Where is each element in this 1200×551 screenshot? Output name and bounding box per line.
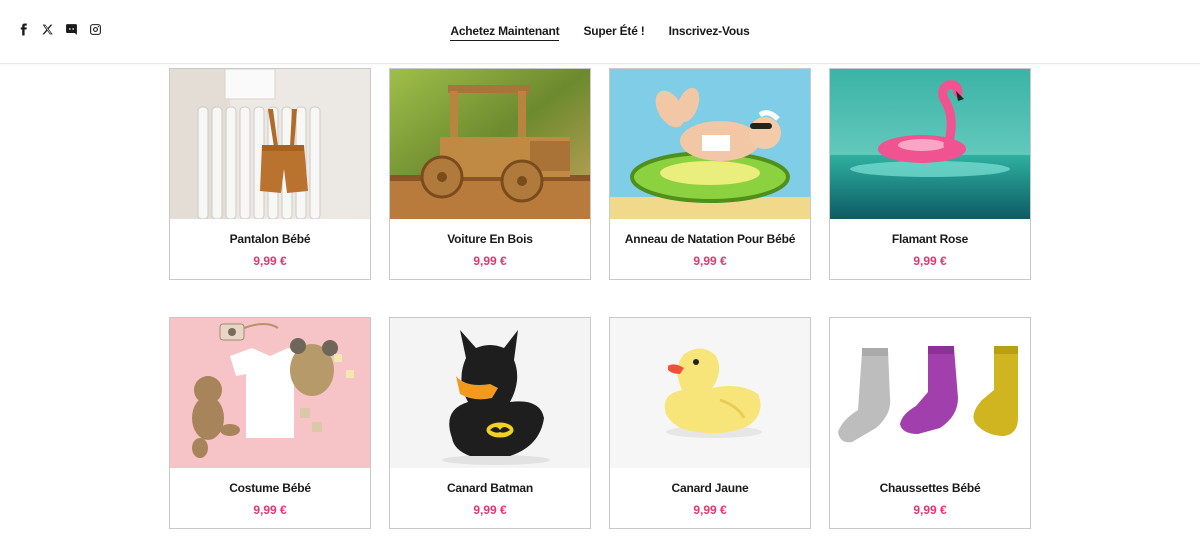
product-card[interactable]: Costume Bébé 9,99 € — [169, 317, 371, 529]
product-card[interactable]: Canard Batman 9,99 € — [389, 317, 591, 529]
product-card[interactable]: Anneau de Natation Pour Bébé 9,99 € — [609, 68, 811, 280]
product-name: Canard Jaune — [671, 481, 749, 495]
product-image — [170, 69, 370, 219]
product-price: 9,99 € — [913, 254, 947, 268]
product-name: Costume Bébé — [229, 481, 311, 495]
product-name: Chaussettes Bébé — [879, 481, 981, 495]
nav-item-achetez-maintenant[interactable]: Achetez Maintenant — [450, 24, 560, 41]
product-price: 9,99 € — [473, 254, 507, 268]
product-card[interactable]: Pantalon Bébé 9,99 € — [169, 68, 371, 280]
product-name: Canard Batman — [446, 481, 534, 495]
product-card[interactable]: Flamant Rose 9,99 € — [829, 68, 1031, 280]
product-price: 9,99 € — [693, 254, 727, 268]
product-price: 9,99 € — [913, 503, 947, 517]
product-image — [390, 69, 590, 219]
site-header: Achetez Maintenant Super Été ! Inscrivez… — [0, 0, 1200, 64]
product-price: 9,99 € — [253, 254, 287, 268]
nav-item-inscrivez-vous[interactable]: Inscrivez-Vous — [669, 24, 750, 41]
main-nav: Achetez Maintenant Super Été ! Inscrivez… — [0, 24, 1200, 41]
product-image — [610, 69, 810, 219]
product-name: Flamant Rose — [891, 232, 969, 246]
product-price: 9,99 € — [693, 503, 727, 517]
product-image — [170, 318, 370, 468]
product-image — [610, 318, 810, 468]
product-name: Anneau de Natation Pour Bébé — [624, 232, 796, 246]
product-price: 9,99 € — [473, 503, 507, 517]
product-image — [830, 69, 1030, 219]
product-card[interactable]: Voiture En Bois 9,99 € — [389, 68, 591, 280]
product-name: Voiture En Bois — [447, 232, 533, 246]
product-image — [830, 318, 1030, 468]
product-image — [390, 318, 590, 468]
nav-item-super-ete[interactable]: Super Été ! — [583, 24, 644, 41]
product-name: Pantalon Bébé — [229, 232, 311, 246]
product-card[interactable]: Chaussettes Bébé 9,99 € — [829, 317, 1031, 529]
product-card[interactable]: Canard Jaune 9,99 € — [609, 317, 811, 529]
product-price: 9,99 € — [253, 503, 287, 517]
